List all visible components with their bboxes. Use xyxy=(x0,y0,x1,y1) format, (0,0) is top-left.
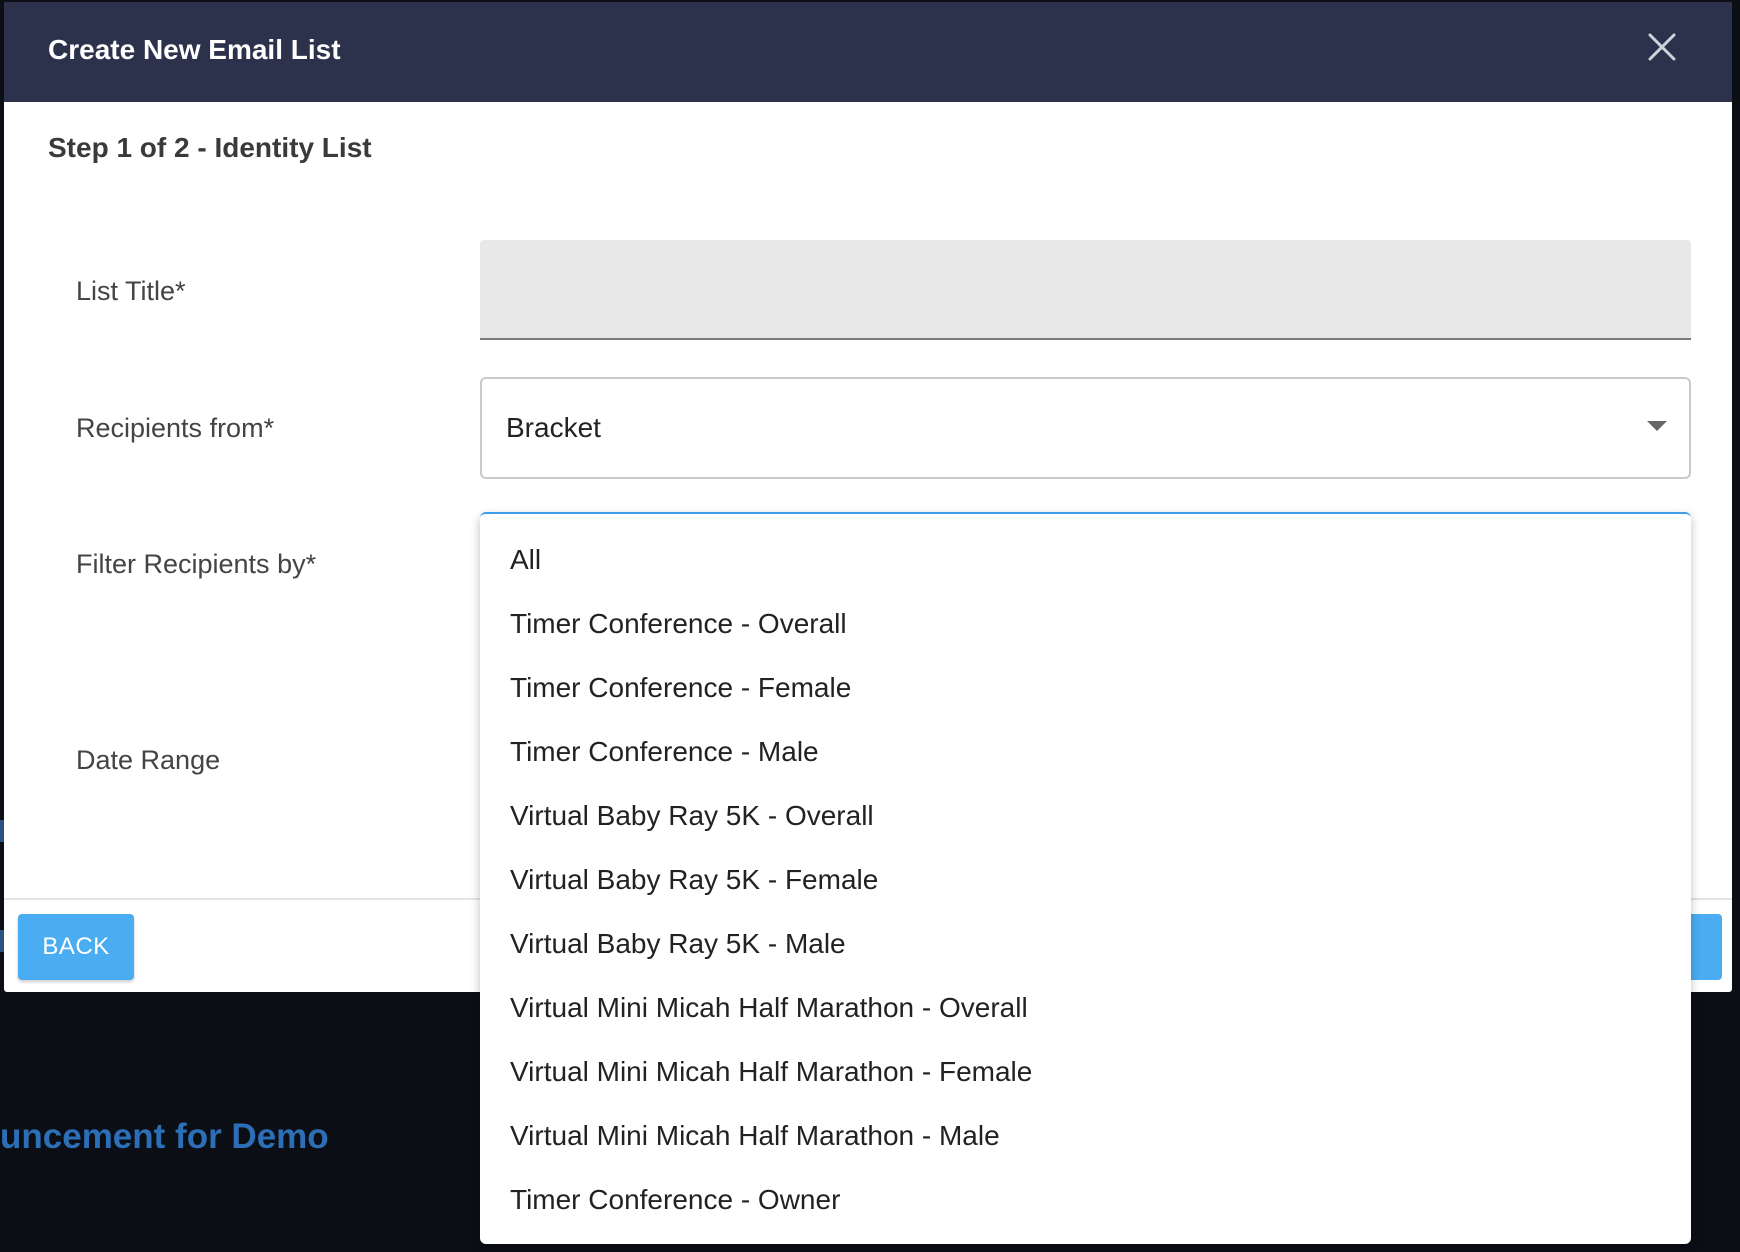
dialog-header: Create New Email List xyxy=(4,2,1732,102)
list-title-input[interactable] xyxy=(480,240,1691,340)
step-title: Step 1 of 2 - Identity List xyxy=(48,132,372,163)
dropdown-option[interactable]: Virtual Baby Ray 5K - Male xyxy=(480,912,1691,976)
dialog-title: Create New Email List xyxy=(48,34,341,65)
close-icon xyxy=(1648,33,1676,61)
recipients-from-value: Bracket xyxy=(506,412,601,443)
back-button[interactable]: BACK xyxy=(18,914,134,980)
recipients-from-label: Recipients from* xyxy=(76,413,275,443)
filter-recipients-label: Filter Recipients by* xyxy=(76,549,317,579)
dropdown-option[interactable]: Virtual Mini Micah Half Marathon - Femal… xyxy=(480,1040,1691,1104)
dropdown-option[interactable]: Timer Conference - Female xyxy=(480,656,1691,720)
dropdown-option[interactable]: Timer Conference - Overall xyxy=(480,592,1691,656)
date-range-label: Date Range xyxy=(76,745,221,775)
dropdown-option[interactable]: Timer Conference - Male xyxy=(480,720,1691,784)
dropdown-option[interactable]: Virtual Baby Ray 5K - Female xyxy=(480,848,1691,912)
dropdown-option[interactable]: Timer Conference - Owner xyxy=(480,1168,1691,1232)
chevron-down-icon xyxy=(1647,421,1667,431)
dropdown-option[interactable]: All xyxy=(480,528,1691,592)
dropdown-option[interactable]: Virtual Mini Micah Half Marathon - Male xyxy=(480,1104,1691,1168)
background-announcement-link[interactable]: uncement for Demo xyxy=(0,1117,329,1157)
list-title-label: List Title* xyxy=(76,276,186,306)
dropdown-option[interactable]: Virtual Mini Micah Half Marathon - Overa… xyxy=(480,976,1691,1040)
filter-recipients-dropdown: All Timer Conference - Overall Timer Confe… xyxy=(480,512,1691,1244)
recipients-from-select[interactable]: Bracket xyxy=(480,377,1691,479)
close-button[interactable] xyxy=(1644,29,1680,65)
dropdown-option[interactable]: Virtual Baby Ray 5K - Overall xyxy=(480,784,1691,848)
